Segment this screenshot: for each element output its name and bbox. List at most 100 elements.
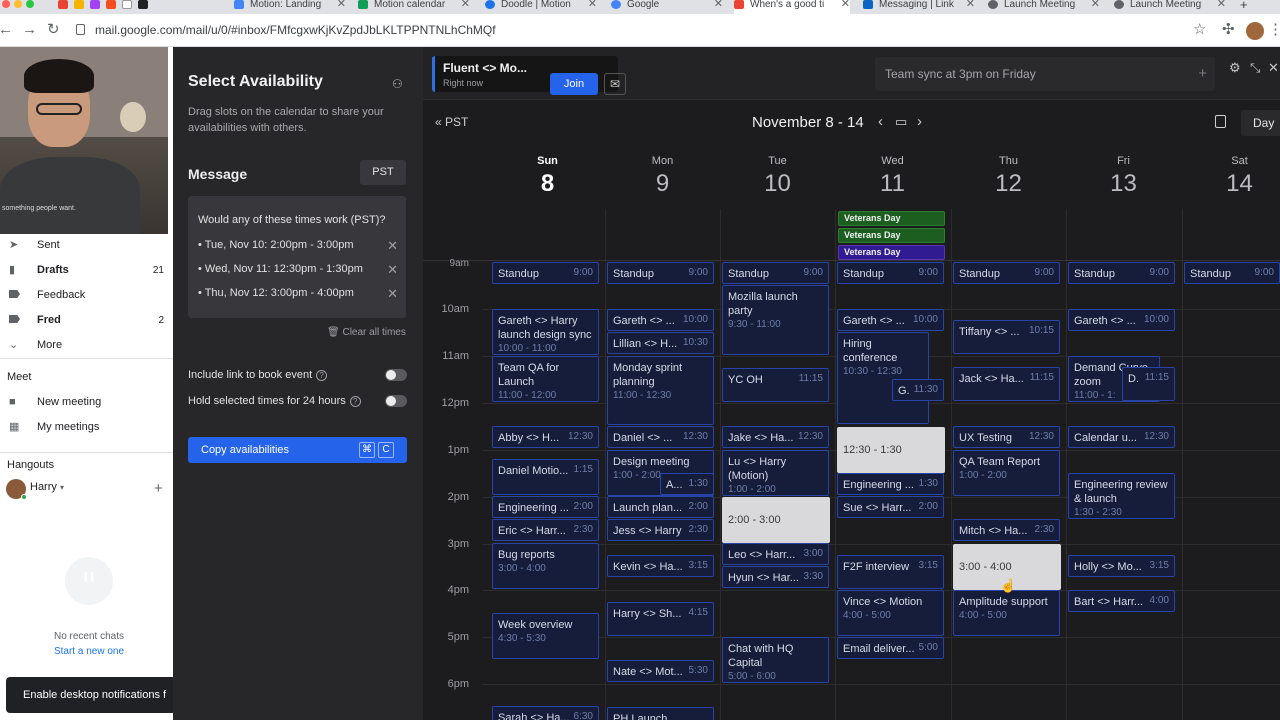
calendar-event[interactable]: PH Launch <box>607 707 714 720</box>
calendar-event[interactable]: Week overview 4:30 - 5:30 <box>492 613 599 659</box>
calendar-event[interactable]: Lu <> Harry (Motion) 1:00 - 2:00 <box>722 450 829 496</box>
calendar-event[interactable]: Standup 9:00 <box>492 262 599 284</box>
current-meeting-card[interactable]: Fluent <> Mo... Right now Join ✉ <box>432 56 626 95</box>
calendar-event[interactable]: Lillian <> H... 10:30 <box>607 332 714 354</box>
pinned-tab-icon[interactable] <box>106 0 116 9</box>
calendar-event[interactable]: Standup 9:00 <box>837 262 944 284</box>
calendar-event[interactable]: Kevin <> Ha... 3:15 <box>607 555 714 577</box>
url-field[interactable]: mail.google.com/mail/u/0/#inbox/FMfcgxwK… <box>76 22 496 38</box>
profile-avatar[interactable] <box>1246 22 1264 40</box>
calendar-event[interactable]: Nate <> Mot... 5:30 <box>607 660 714 682</box>
calendar-event[interactable]: Gareth <> ... 10:00 <box>607 309 714 331</box>
bookmark-star-icon[interactable]: ☆ <box>1193 22 1206 38</box>
calendar-event[interactable]: Bart <> Harr... 4:00 <box>1068 590 1175 612</box>
calendar-event[interactable]: UX Testing 12:30 <box>953 426 1060 448</box>
reload-icon[interactable]: ↻ <box>47 21 60 39</box>
browser-tab[interactable]: Google ✕ <box>611 0 723 14</box>
pinned-tab-icon[interactable] <box>58 0 68 9</box>
calendar-event[interactable]: Hiring conference 10:30 - 12:30 <box>837 332 929 424</box>
browser-tab[interactable]: Launch Meeting ✕ <box>988 0 1100 14</box>
calendar-event[interactable]: Email deliver... 5:00 <box>837 637 944 659</box>
calendar-event[interactable]: Jack <> Ha... 11:15 <box>953 367 1060 401</box>
day-header-tue[interactable]: Tue 10 <box>720 155 835 198</box>
day-header-sat[interactable]: Sat 14 <box>1182 155 1280 198</box>
availability-slot[interactable]: 12:30 - 1:30 <box>837 427 945 473</box>
browser-tab[interactable]: Doodle | Motion ✕ <box>485 0 597 14</box>
tab-close-icon[interactable]: ✕ <box>588 0 597 10</box>
maximize-window-icon[interactable] <box>26 0 34 8</box>
calendar-event[interactable]: Gareth <> Harry launch design sync 10:00 … <box>492 309 599 355</box>
all-day-event[interactable]: Veterans Day <box>838 228 945 243</box>
calendar-event[interactable]: Amplitude support 4:00 - 5:00 <box>953 590 1060 636</box>
calendar-event[interactable]: Vince <> Motion 4:00 - 5:00 <box>837 590 944 636</box>
calendar-event[interactable]: Gareth <> ... 10:00 <box>837 309 944 331</box>
copy-icon[interactable] <box>1215 115 1226 128</box>
gear-icon[interactable]: ⚙ <box>1229 60 1241 76</box>
tab-close-icon[interactable]: ✕ <box>966 0 975 10</box>
timezone-toggle[interactable]: « PST <box>435 115 468 129</box>
calendar-event[interactable]: Sue <> Harr... 2:00 <box>837 496 944 518</box>
day-header-thu[interactable]: Thu 12 <box>951 155 1066 198</box>
day-header-sun[interactable]: Sun 8 <box>490 155 605 198</box>
day-header-wed[interactable]: Wed 11 <box>835 155 950 198</box>
pinned-tab-icon[interactable] <box>122 0 132 9</box>
view-select[interactable]: Day <box>1241 110 1280 136</box>
calendar-event[interactable]: Mozilla launch party 9:30 - 11:00 <box>722 285 829 355</box>
chevron-left-icon[interactable]: ‹ <box>878 113 883 130</box>
calendar-event[interactable]: Gareth <> ... 10:00 <box>1068 309 1175 331</box>
clear-all-button[interactable]: 🗑 Clear all times <box>327 327 406 338</box>
calendar-event[interactable]: Daniel Motio... 1:15 <box>492 459 599 495</box>
remove-slot-icon[interactable]: ✕ <box>387 286 398 302</box>
quick-add-input[interactable]: Team sync at 3pm on Friday + <box>875 57 1215 91</box>
calendar-event[interactable]: Jess <> Harry 2:30 <box>607 519 714 541</box>
calendar-event[interactable]: Leo <> Harr... 3:00 <box>722 543 829 565</box>
tab-close-icon[interactable]: ✕ <box>714 0 723 10</box>
help-icon[interactable]: ? <box>316 370 328 381</box>
new-tab-icon[interactable]: + <box>1240 0 1254 14</box>
calendar-event[interactable]: Engineering ... 1:30 <box>837 473 944 495</box>
calendar-event[interactable]: Team QA for Launch 11:00 - 12:00 <box>492 356 599 402</box>
hangouts-user[interactable]: Harry ▾ <box>30 481 64 493</box>
browser-tab-active[interactable]: When's a good ti ✕ <box>734 0 850 14</box>
copy-availabilities-button[interactable]: Copy availabilities ⌘ C <box>188 437 407 463</box>
calendar-event[interactable]: Sarah <> Ha... 6:30 <box>492 706 599 720</box>
calendar-event[interactable]: Tiffany <> ... 10:15 <box>953 320 1060 354</box>
collapse-icon[interactable]: ⤡ <box>1250 60 1260 76</box>
my-meetings-item[interactable]: ▦ My meetings <box>0 415 173 440</box>
notification-toast[interactable]: Enable desktop notifications f <box>6 677 176 713</box>
tab-close-icon[interactable]: ✕ <box>841 0 850 10</box>
browser-tab[interactable]: Messaging | Link ✕ <box>863 0 975 14</box>
message-box[interactable]: Would any of these times work (PST)? • T… <box>188 196 406 318</box>
pinned-tab-icon[interactable] <box>90 0 100 9</box>
day-header-mon[interactable]: Mon 9 <box>605 155 720 198</box>
calendar-event[interactable]: Harry <> Sh... 4:15 <box>607 602 714 636</box>
calendar-event[interactable]: Bug reports 3:00 - 4:00 <box>492 543 599 589</box>
calendar-event[interactable]: Abby <> H... 12:30 <box>492 426 599 448</box>
forward-arrow-icon[interactable]: → <box>22 21 37 39</box>
calendar-event[interactable]: QA Team Report 1:00 - 2:00 <box>953 450 1060 496</box>
chevron-right-icon[interactable]: › <box>917 113 922 130</box>
calendar-event[interactable]: Engineering ... 2:00 <box>492 496 599 518</box>
plus-icon[interactable]: + <box>1198 57 1207 91</box>
browser-tab[interactable]: Motion calendar ✕ <box>358 0 470 14</box>
browser-menu-icon[interactable]: ⋮ <box>1268 22 1280 38</box>
new-meeting-item[interactable]: ■ New meeting <box>0 390 173 415</box>
remove-slot-icon[interactable]: ✕ <box>387 238 398 254</box>
nav-item-fred[interactable]: Fred 2 <box>0 308 173 333</box>
calendar-event[interactable]: Hyun <> Har... 3:30 <box>722 566 829 588</box>
calendar-event[interactable]: Launch plan... 2:00 <box>607 496 714 518</box>
nav-item-drafts[interactable]: ▮ Drafts 21 <box>0 258 173 283</box>
nav-item-sent[interactable]: ➤ Sent <box>0 233 173 258</box>
calendar-event[interactable]: D. 11:15 <box>1122 367 1175 401</box>
close-icon[interactable]: ✕ <box>1268 60 1279 76</box>
nav-item-feedback[interactable]: Feedback <box>0 283 173 308</box>
calendar-event[interactable]: Standup 9:00 <box>607 262 714 284</box>
include-link-toggle[interactable] <box>385 369 407 381</box>
calendar-event[interactable]: Standup 9:00 <box>1068 262 1175 284</box>
calendar-event[interactable]: Standup 9:00 <box>953 262 1060 284</box>
tab-close-icon[interactable]: ✕ <box>337 0 346 10</box>
add-chat-icon[interactable]: + <box>154 480 163 497</box>
help-icon[interactable]: ? <box>349 396 361 407</box>
tab-close-icon[interactable]: ✕ <box>461 0 470 10</box>
browser-tab[interactable]: Motion: Landing ✕ <box>234 0 346 14</box>
